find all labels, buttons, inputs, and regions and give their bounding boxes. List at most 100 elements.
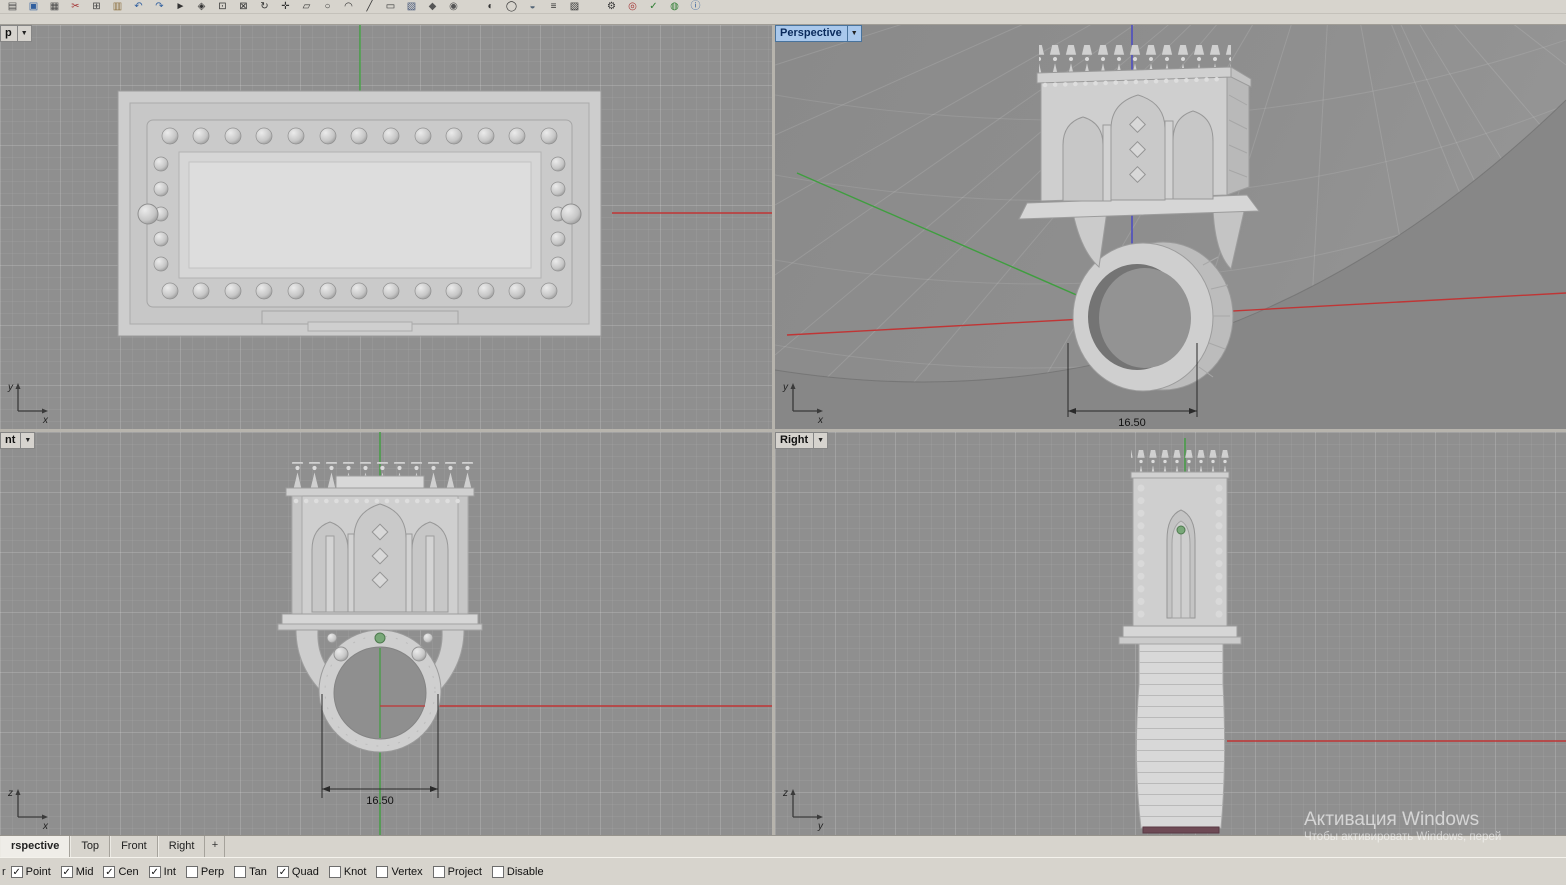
checkbox-icon[interactable] bbox=[376, 865, 389, 878]
chevron-down-icon[interactable]: ▼ bbox=[21, 432, 36, 449]
viewport-title-front[interactable]: nt ▼ bbox=[0, 432, 36, 449]
right-view-canvas bbox=[1118, 438, 1566, 834]
dimension-label: 16.50 bbox=[1118, 417, 1146, 429]
copy-icon[interactable]: ⊞ bbox=[86, 0, 107, 13]
circle-icon[interactable]: ○ bbox=[317, 0, 338, 13]
osnap-mid[interactable]: Mid bbox=[60, 865, 93, 878]
osnap-vertex[interactable]: Vertex bbox=[376, 865, 423, 878]
osnap-disable[interactable]: Disable bbox=[491, 865, 544, 878]
viewport-right[interactable]: Right ▼ z y bbox=[775, 432, 1566, 835]
osnap-bar: r Point Mid Cen Int Perp Tan Quad Knot V bbox=[0, 857, 1566, 885]
checkbox-icon[interactable] bbox=[328, 865, 341, 878]
rectangle-icon[interactable]: ▭ bbox=[380, 0, 401, 13]
viewport-title-label[interactable]: Perspective bbox=[775, 25, 848, 42]
new-viewport-tab-button[interactable]: + bbox=[205, 836, 226, 857]
checkbox-icon[interactable] bbox=[60, 865, 73, 878]
osnap-cut-label: r bbox=[2, 865, 6, 878]
viewport-title-label[interactable]: nt bbox=[0, 432, 22, 449]
move-icon[interactable]: ✛ bbox=[275, 0, 296, 13]
osnap-int[interactable]: Int bbox=[148, 865, 176, 878]
arc-icon[interactable]: ◠ bbox=[338, 0, 359, 13]
front-view-canvas: 16.50 bbox=[277, 432, 772, 835]
plane-icon[interactable]: ▱ bbox=[296, 0, 317, 13]
checkbox-icon[interactable] bbox=[491, 865, 504, 878]
pan-icon[interactable]: ◈ bbox=[191, 0, 212, 13]
hatch-icon[interactable]: ▨ bbox=[564, 0, 585, 13]
viewport-tabbar: rspective Top Front Right + bbox=[0, 835, 1566, 857]
perspective-view-canvas: 16.50 bbox=[775, 25, 1566, 429]
viewport-top[interactable]: p ▼ y x bbox=[0, 25, 772, 429]
main-toolbar: ▤ ▣ ▦ ✂ ⊞ ▥ ↶ ↷ ► ◈ ⊡ ⊠ ↻ ✛ ▱ ○ ◠ ╱ ▭ ▧ ◆ ◉ ◐ ◯ ◒ ≡ ▨ ⚙ ◎ ✓ ◍ ⓘ bbox=[0, 0, 1566, 25]
checkbox-icon[interactable] bbox=[185, 865, 198, 878]
svg-text:y: y bbox=[817, 821, 824, 831]
svg-text:y: y bbox=[7, 382, 14, 393]
checkbox-icon[interactable] bbox=[148, 865, 161, 878]
rotate-view-icon[interactable]: ↻ bbox=[254, 0, 275, 13]
viewport-perspective[interactable]: Perspective ▼ 16.50 y x bbox=[775, 25, 1566, 429]
layers-icon[interactable]: ≡ bbox=[543, 0, 564, 13]
checkbox-icon[interactable] bbox=[10, 865, 23, 878]
svg-text:x: x bbox=[42, 821, 49, 831]
osnap-knot[interactable]: Knot bbox=[328, 865, 366, 878]
osnap-point[interactable]: Point bbox=[10, 865, 51, 878]
osnap-cen[interactable]: Cen bbox=[103, 865, 139, 878]
target-icon[interactable]: ◎ bbox=[622, 0, 643, 13]
wireframe-view-icon[interactable]: ◯ bbox=[501, 0, 522, 13]
select-arrow-icon[interactable]: ► bbox=[170, 0, 191, 13]
model-top-view bbox=[117, 90, 602, 337]
checkbox-icon[interactable] bbox=[432, 865, 445, 878]
viewport-title-right[interactable]: Right ▼ bbox=[775, 432, 829, 449]
dimension-label: 16.50 bbox=[366, 795, 394, 807]
osnap-perp[interactable]: Perp bbox=[185, 865, 224, 878]
tab-right[interactable]: Right bbox=[157, 836, 206, 857]
paste-icon[interactable]: ▥ bbox=[107, 0, 128, 13]
model-front-view bbox=[277, 462, 483, 753]
chevron-down-icon[interactable]: ▼ bbox=[847, 25, 862, 42]
tab-top[interactable]: Top bbox=[70, 836, 111, 857]
tab-front[interactable]: Front bbox=[110, 836, 158, 857]
checkbox-icon[interactable] bbox=[276, 865, 289, 878]
top-view-canvas bbox=[117, 25, 772, 337]
axis-indicator: y x bbox=[782, 382, 824, 425]
globe-icon[interactable]: ◍ bbox=[664, 0, 685, 13]
viewport-title-top[interactable]: p ▼ bbox=[0, 25, 32, 42]
zoom-window-icon[interactable]: ⊡ bbox=[212, 0, 233, 13]
settings-gear-icon[interactable]: ⚙ bbox=[601, 0, 622, 13]
osnap-project[interactable]: Project bbox=[432, 865, 482, 878]
osnap-tan[interactable]: Tan bbox=[234, 865, 267, 878]
polysurface-icon[interactable]: ◆ bbox=[422, 0, 443, 13]
svg-text:y: y bbox=[782, 382, 789, 393]
zoom-extents-icon[interactable]: ⊠ bbox=[233, 0, 254, 13]
info-icon[interactable]: ⓘ bbox=[685, 0, 706, 13]
svg-text:x: x bbox=[42, 415, 49, 425]
chevron-down-icon[interactable]: ▼ bbox=[17, 25, 32, 42]
viewport-title-label[interactable]: p bbox=[0, 25, 18, 42]
svg-text:z: z bbox=[7, 788, 13, 799]
check-icon[interactable]: ✓ bbox=[643, 0, 664, 13]
model-right-view bbox=[1118, 450, 1242, 834]
axis-indicator: z y bbox=[782, 788, 824, 831]
osnap-quad[interactable]: Quad bbox=[276, 865, 319, 878]
cut-icon[interactable]: ✂ bbox=[65, 0, 86, 13]
viewport-title-label[interactable]: Right bbox=[775, 432, 815, 449]
print-icon[interactable]: ▦ bbox=[44, 0, 65, 13]
svg-text:z: z bbox=[782, 788, 788, 799]
new-file-icon[interactable]: ▤ bbox=[2, 0, 23, 13]
chevron-down-icon[interactable]: ▼ bbox=[814, 432, 829, 449]
shaded-view-icon[interactable]: ◐ bbox=[480, 0, 501, 13]
line-icon[interactable]: ╱ bbox=[359, 0, 380, 13]
checkbox-icon[interactable] bbox=[103, 865, 116, 878]
save-icon[interactable]: ▣ bbox=[23, 0, 44, 13]
svg-text:x: x bbox=[817, 415, 824, 425]
surface-icon[interactable]: ▧ bbox=[401, 0, 422, 13]
redo-icon[interactable]: ↷ bbox=[149, 0, 170, 13]
axis-indicator: z x bbox=[7, 788, 49, 831]
tab-perspective[interactable]: rspective bbox=[0, 836, 71, 857]
sphere-icon[interactable]: ◉ bbox=[443, 0, 464, 13]
viewport-front[interactable]: nt ▼ 16.50 z x bbox=[0, 432, 772, 835]
viewport-title-perspective[interactable]: Perspective ▼ bbox=[775, 25, 862, 42]
checkbox-icon[interactable] bbox=[234, 865, 247, 878]
undo-icon[interactable]: ↶ bbox=[128, 0, 149, 13]
ghosted-view-icon[interactable]: ◒ bbox=[522, 0, 543, 13]
axis-indicator: y x bbox=[7, 382, 49, 425]
